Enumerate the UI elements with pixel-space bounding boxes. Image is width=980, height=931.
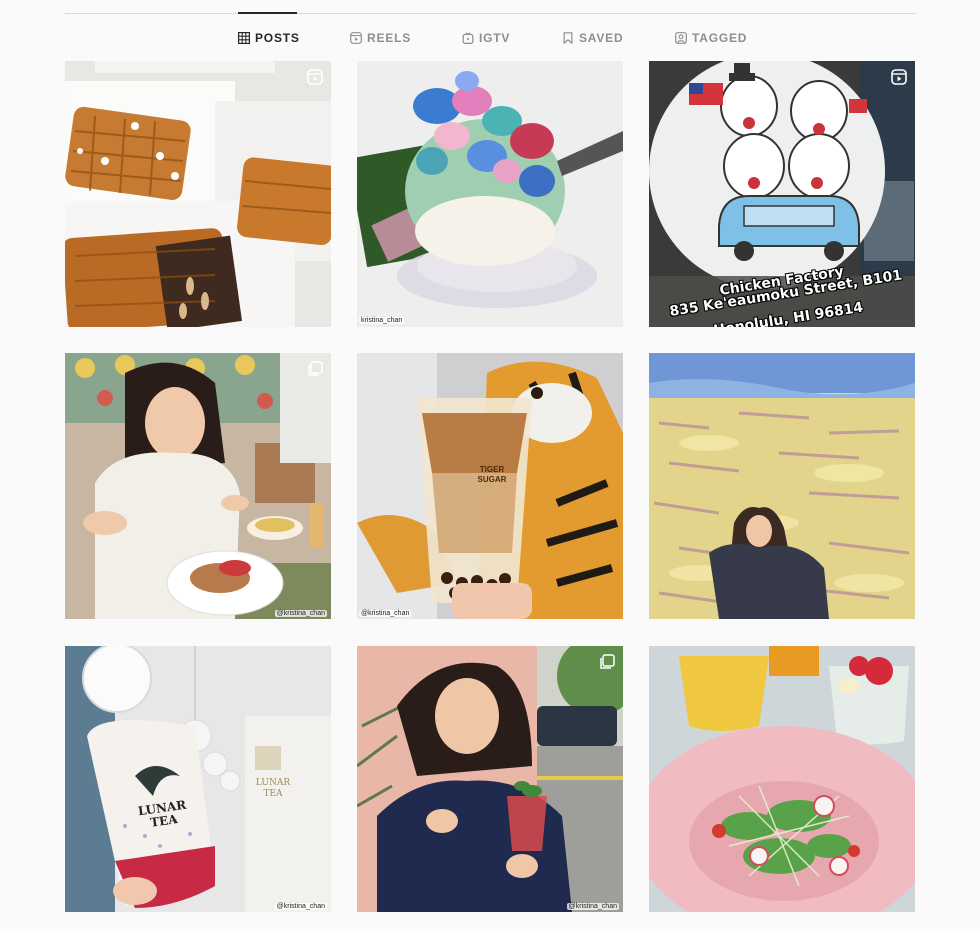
post-salad[interactable] <box>649 646 915 912</box>
post-restaurant-portrait[interactable]: @kristina_chan <box>65 353 331 619</box>
tab-reels[interactable]: REELS <box>350 28 411 48</box>
tab-posts[interactable]: POSTS <box>238 28 300 48</box>
cup-logo-text: TIGER SUGAR <box>477 465 507 484</box>
reels-icon <box>350 32 362 44</box>
watermark: @kristina_chan <box>566 903 619 910</box>
tab-tagged-label: TAGGED <box>692 31 748 45</box>
reels-badge-icon <box>307 69 323 85</box>
carousel-badge-icon <box>599 654 615 670</box>
watermark: @kristina_chan <box>359 610 412 617</box>
salad-image <box>649 646 915 912</box>
tab-tagged[interactable]: TAGGED <box>675 28 747 48</box>
tab-reels-label: REELS <box>367 31 412 45</box>
watermark: @kristina_chan <box>274 903 327 910</box>
post-shave-ice[interactable]: kristina_chan <box>357 61 623 327</box>
tab-igtv[interactable]: IGTV <box>462 28 510 48</box>
tiger-sugar-image <box>357 353 623 619</box>
carousel-badge-icon <box>307 361 323 377</box>
watermark: @kristina_chan <box>274 610 327 617</box>
igtv-icon <box>462 32 474 44</box>
reels-badge-icon <box>891 69 907 85</box>
tab-posts-label: POSTS <box>255 31 300 45</box>
active-tab-indicator <box>238 12 297 14</box>
tab-saved-label: SAVED <box>579 31 624 45</box>
watermark: kristina_chan <box>359 317 405 324</box>
wall-logo-text: LUNAR TEA <box>255 778 291 799</box>
post-chicken-factory[interactable]: Chicken Factory 835 Ke'eaumoku Street, B… <box>649 61 915 327</box>
tab-saved[interactable]: SAVED <box>562 28 623 48</box>
tab-igtv-label: IGTV <box>479 31 511 45</box>
post-waffles[interactable] <box>65 61 331 327</box>
tab-divider <box>65 13 916 14</box>
post-street-portrait[interactable]: @kristina_chan <box>357 646 623 912</box>
post-lunar-tea[interactable]: LUNAR TEA LUNAR TEA @kristina_chan <box>65 646 331 912</box>
wheat-field-image <box>649 353 915 619</box>
profile-tabs: POSTS REELS IGTV SAVED TAGGED <box>0 28 980 48</box>
post-tiger-sugar[interactable]: TIGER SUGAR @kristina_chan <box>357 353 623 619</box>
grid-icon <box>238 32 250 44</box>
tagged-icon <box>675 32 687 44</box>
shave-ice-image <box>357 61 623 327</box>
waffles-image <box>65 61 331 327</box>
street-portrait-image <box>357 646 623 912</box>
post-wheat-field[interactable] <box>649 353 915 619</box>
restaurant-portrait-image <box>65 353 331 619</box>
bookmark-icon <box>562 32 574 44</box>
